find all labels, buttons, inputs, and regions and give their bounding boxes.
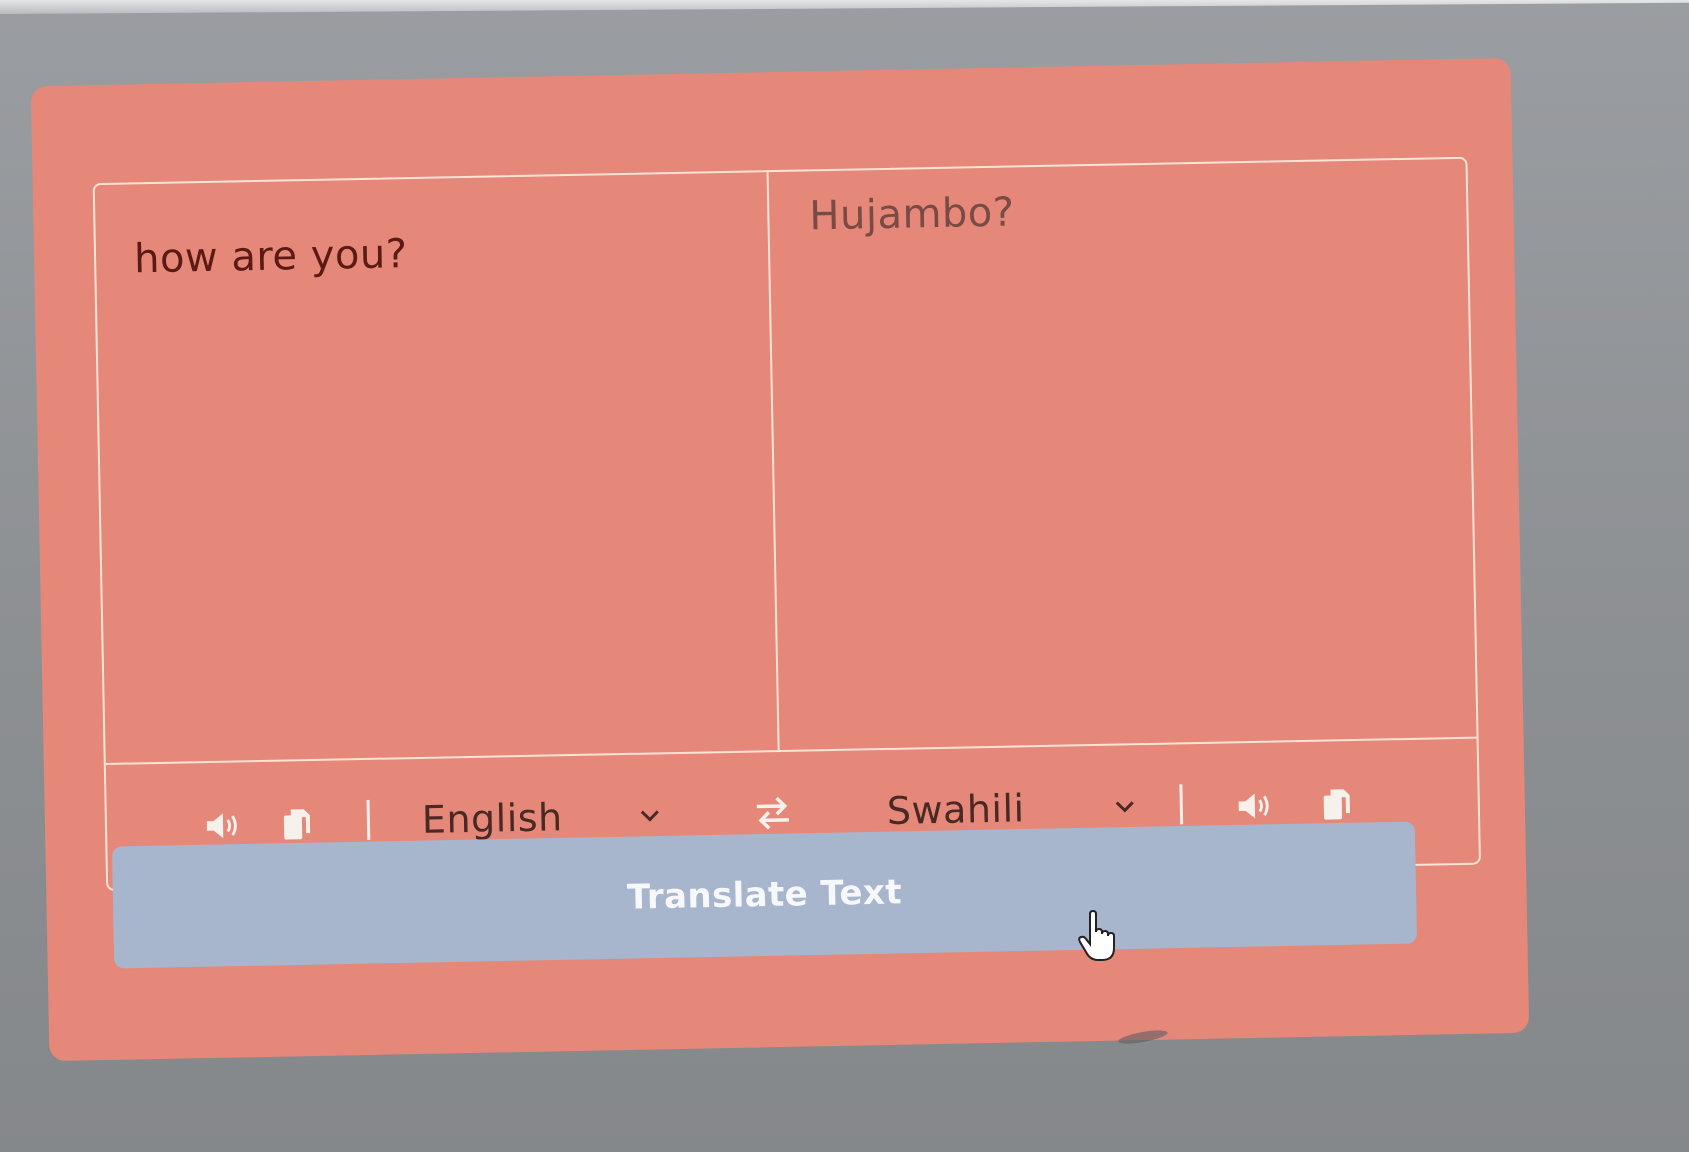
copy-to-icon[interactable] — [1321, 787, 1352, 822]
screen-background: English Swahili — [0, 0, 1689, 1152]
screen-top-edge — [0, 0, 1689, 14]
from-separator — [366, 799, 371, 840]
to-language-label: Swahili — [886, 786, 1025, 833]
exchange-icon[interactable] — [752, 792, 793, 833]
from-pane — [94, 172, 780, 763]
speak-from-icon[interactable] — [205, 808, 244, 843]
to-text-output[interactable] — [768, 158, 1477, 751]
chevron-down-icon — [640, 810, 659, 822]
chevron-down-icon — [1115, 801, 1134, 813]
pointer-hand-cursor-icon — [1078, 910, 1115, 961]
from-text-input[interactable] — [94, 172, 778, 763]
from-language-label: English — [421, 795, 564, 842]
to-pane — [768, 158, 1477, 751]
copy-from-icon[interactable] — [282, 807, 313, 842]
translate-text-button[interactable]: Translate Text — [111, 821, 1418, 969]
translator-wrapper: English Swahili — [92, 156, 1481, 891]
speak-to-icon[interactable] — [1236, 789, 1275, 824]
to-separator — [1179, 784, 1184, 825]
